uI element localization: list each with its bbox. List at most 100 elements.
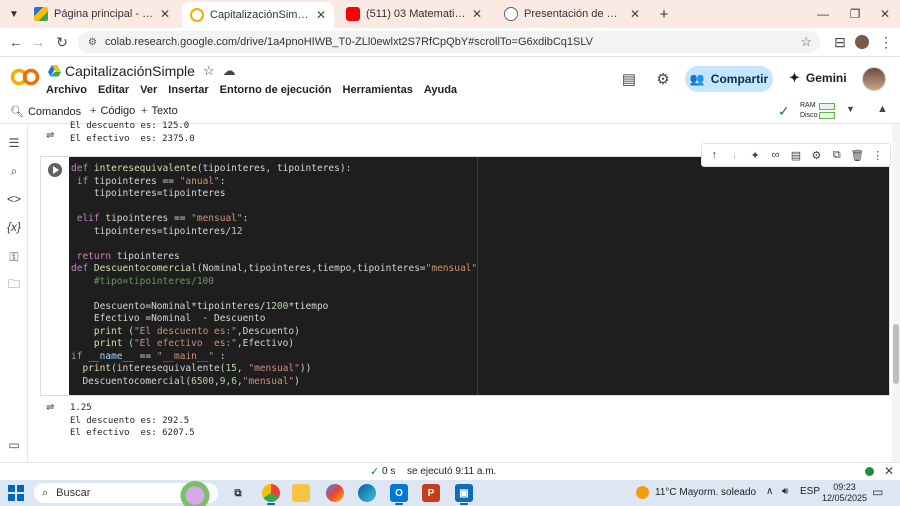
chrome-icon[interactable]: [262, 484, 280, 505]
cast-icon[interactable]: ⊟: [830, 32, 850, 52]
tab-search-icon[interactable]: ▼: [4, 4, 24, 24]
code-line: print ("El descuento es:",Descuento): [93, 325, 300, 337]
link-icon[interactable]: ∞: [768, 149, 784, 161]
windows-start-icon[interactable]: [8, 485, 24, 501]
add-code-button[interactable]: + Código: [90, 105, 135, 117]
powerpoint-icon[interactable]: P: [422, 484, 440, 502]
find-replace-icon[interactable]: ⌕: [5, 162, 23, 180]
code-editor-blank[interactable]: [477, 157, 889, 395]
close-tab-icon[interactable]: ✕: [630, 7, 640, 21]
url-input[interactable]: ⚙ colab.research.google.com/drive/1a4pno…: [78, 31, 820, 53]
resources-indicator[interactable]: RAM Disco: [800, 101, 818, 121]
code-line: ​: [71, 201, 494, 214]
notebook-title[interactable]: CapitalizaciónSimple: [65, 63, 195, 79]
variables-icon[interactable]: {x}: [5, 218, 23, 236]
outlook-icon[interactable]: O: [390, 484, 408, 505]
menu-herramientas[interactable]: Herramientas: [343, 84, 413, 96]
left-sidebar: ☰ ⌕ <> {x} ⚿ 🗀 ▭: [0, 124, 28, 462]
restore-icon[interactable]: ❐: [844, 4, 866, 24]
share-button[interactable]: 👥 Compartir: [685, 66, 773, 92]
output-icon[interactable]: ⇌: [46, 130, 54, 141]
reload-icon[interactable]: ↻: [52, 32, 72, 52]
gemini-button[interactable]: ✦ Gemini: [789, 70, 847, 86]
clock-date: 12/05/2025: [822, 493, 868, 503]
browser-menu-icon[interactable]: ⋮: [876, 32, 896, 52]
tab-google-drive[interactable]: Página principal - Google Drive ✕: [26, 2, 178, 26]
sparkle-icon: ✦: [789, 70, 800, 85]
back-arrow-icon[interactable]: ←: [6, 32, 26, 52]
google-drive-icon: [34, 7, 48, 21]
new-tab-button[interactable]: +: [654, 4, 674, 24]
add-text-button[interactable]: + Texto: [141, 105, 178, 117]
connected-check-icon: ✓: [778, 103, 790, 119]
clock[interactable]: 09:23 12/05/2025: [822, 482, 867, 504]
disk-label: Disco: [800, 112, 818, 119]
tab-powerpoint[interactable]: Presentación de PowerPoint ✕: [496, 2, 648, 26]
drive-icon: [48, 65, 61, 77]
copilot-icon[interactable]: [326, 484, 344, 502]
move-up-icon[interactable]: ↑: [706, 149, 722, 161]
menu-editar[interactable]: Editar: [98, 84, 129, 96]
cloud-icon[interactable]: ☁: [223, 63, 236, 79]
code-snippets-icon[interactable]: <>: [5, 190, 23, 208]
task-view-icon[interactable]: ⧉: [229, 484, 247, 502]
menu-insertar[interactable]: Insertar: [168, 84, 208, 96]
move-down-icon[interactable]: ↓: [727, 149, 743, 161]
scrollbar-thumb[interactable]: [893, 324, 899, 384]
menu-ver[interactable]: Ver: [140, 84, 157, 96]
site-info-icon[interactable]: ⚙: [88, 37, 97, 48]
close-tab-icon[interactable]: ✕: [472, 7, 482, 21]
bookmark-star-icon[interactable]: ☆: [800, 34, 812, 50]
code-cell[interactable]: def interesequivalente(tipointeres, tipo…: [40, 143, 891, 396]
close-icon[interactable]: ✕: [884, 464, 894, 478]
star-icon[interactable]: ☆: [203, 63, 215, 79]
avatar[interactable]: [862, 67, 886, 91]
scrollbar-track[interactable]: [892, 124, 900, 462]
forward-arrow-icon[interactable]: →: [28, 32, 48, 52]
code-line: ​: [71, 238, 494, 251]
comments-icon[interactable]: ▤: [620, 70, 638, 88]
more-vert-icon[interactable]: ⋮: [870, 149, 886, 162]
remote-desktop-icon[interactable]: ▣: [455, 484, 473, 505]
files-folder-icon[interactable]: 🗀: [5, 276, 23, 294]
menu-archivo[interactable]: Archivo: [46, 84, 87, 96]
commands-button[interactable]: 🔍︎ Comandos: [10, 105, 81, 119]
delete-icon[interactable]: 🗑: [849, 149, 865, 162]
menu-entorno[interactable]: Entorno de ejecución: [220, 84, 332, 96]
chevron-down-icon[interactable]: ▼: [846, 104, 855, 114]
ram-label: RAM: [800, 102, 816, 109]
tab-colab[interactable]: CapitalizaciónSimple - Colab ✕: [182, 2, 334, 28]
execution-time: 0 s: [382, 466, 396, 477]
run-cell-button[interactable]: [48, 163, 62, 177]
settings-gear-icon[interactable]: ⚙: [808, 149, 824, 162]
chevron-up-icon[interactable]: ▲: [877, 103, 888, 115]
notifications-icon[interactable]: ▭: [872, 485, 883, 499]
minimize-icon[interactable]: —: [812, 4, 834, 24]
close-tab-icon[interactable]: ✕: [160, 7, 170, 21]
search-icon: ⌕: [42, 486, 49, 499]
code-editor[interactable]: def interesequivalente(tipointeres, tipo…: [69, 157, 494, 395]
edge-icon[interactable]: [358, 484, 376, 502]
chevron-up-icon[interactable]: ∧: [766, 486, 773, 497]
weather-widget[interactable]: 11°C Mayorm. soleado: [636, 486, 756, 499]
comment-icon[interactable]: ▤: [788, 149, 804, 162]
code-line: def interesequivalente(tipointeres, tipo…: [71, 163, 352, 174]
table-of-contents-icon[interactable]: ☰: [5, 134, 23, 152]
menu-ayuda[interactable]: Ayuda: [424, 84, 457, 96]
profile-icon[interactable]: [852, 32, 872, 52]
secrets-key-icon[interactable]: ⚿: [5, 248, 23, 266]
output-icon[interactable]: ⇌: [46, 402, 54, 413]
close-tab-icon[interactable]: ✕: [316, 8, 326, 22]
status-check-icon: ✓: [370, 466, 380, 478]
language-indicator[interactable]: ESP: [800, 486, 820, 497]
execution-message[interactable]: se ejecutó 9:11 a.m.: [407, 466, 496, 477]
close-window-icon[interactable]: ✕: [874, 4, 896, 24]
tab-youtube[interactable]: (511) 03 Matematicas Financie ✕: [338, 2, 490, 26]
terminal-icon[interactable]: ▭: [5, 436, 23, 454]
sparkle-icon[interactable]: ✦: [747, 149, 763, 162]
settings-gear-icon[interactable]: ⚙: [654, 70, 672, 88]
file-explorer-icon[interactable]: [292, 484, 310, 502]
mirror-cell-icon[interactable]: ⧉: [829, 149, 845, 162]
speaker-icon[interactable]: 🔊︎: [782, 486, 788, 497]
colab-logo-icon[interactable]: [10, 68, 40, 86]
